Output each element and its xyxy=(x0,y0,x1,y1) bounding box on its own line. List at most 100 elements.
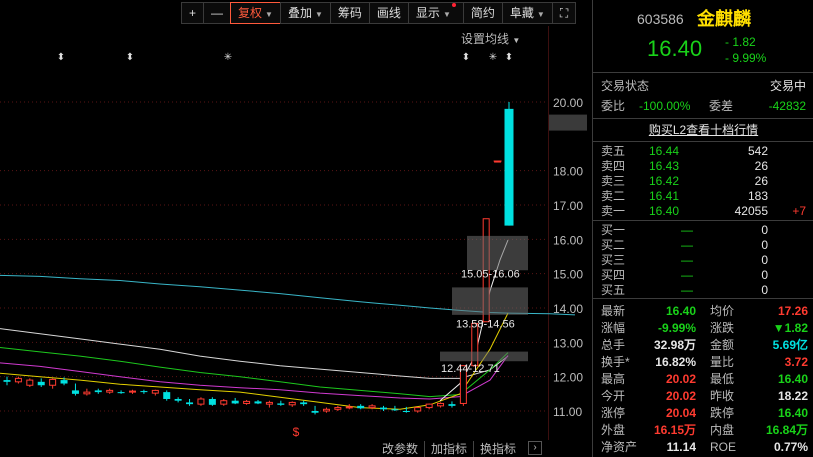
sell-volume: 42055 xyxy=(734,204,768,218)
l2-upgrade-link[interactable]: 购买L2查看十档行情 xyxy=(649,123,758,137)
stock-header: 603586 金麒麟 xyxy=(593,9,813,29)
stat-label: 净资产 xyxy=(601,440,638,454)
kline-chart[interactable]: 15.05-16.06 13.58-14.56 12.44-12.71 20.00 1… xyxy=(0,0,590,457)
buy-price: — xyxy=(681,283,693,297)
volume-profile-label: 13.58-14.56 xyxy=(456,318,515,330)
buy-level-label: 买二 xyxy=(601,238,626,252)
fuquan-button[interactable]: 复权 ▼ xyxy=(230,2,281,24)
stat-value: 5.69亿 xyxy=(772,338,808,352)
stat-label: 跌停 xyxy=(710,406,735,420)
candle-body xyxy=(26,379,34,386)
sell-level-label: 卖二 xyxy=(601,189,626,203)
zoom-out-button[interactable]: — xyxy=(203,2,232,24)
candle-body xyxy=(151,389,159,394)
stat-label: 金额 xyxy=(710,338,735,352)
caret-down-icon: ▼ xyxy=(512,36,521,45)
stat-value: 16.40 xyxy=(777,372,808,386)
buy-level-label: 买三 xyxy=(601,253,626,267)
xianshi-label: 显示 xyxy=(415,6,440,20)
sell-delta: +7 xyxy=(792,204,806,218)
price-change-pct: - 9.99% xyxy=(725,51,767,65)
divider xyxy=(593,72,813,73)
zoom-in-button[interactable]: + xyxy=(181,2,205,24)
current-price-tag xyxy=(549,114,587,131)
stat-value: 16.82% xyxy=(655,355,696,369)
buy-row: 买二 — 0 xyxy=(593,237,813,253)
weibi-value: -100.00% xyxy=(639,99,691,113)
diejia-button[interactable]: 叠加 ▼ xyxy=(279,2,331,24)
stock-code: 603586 xyxy=(637,11,684,27)
stat-value: 20.02 xyxy=(665,372,696,386)
candle-body xyxy=(3,380,11,382)
candle-body xyxy=(37,381,45,386)
sell-row: 卖五 16.44 542 xyxy=(593,143,813,159)
chouma-button[interactable]: 筹码 xyxy=(329,2,370,24)
kline-chart-area[interactable]: 15.05-16.06 13.58-14.56 12.44-12.71 20.00 1… xyxy=(0,0,590,457)
y-tick-label: 18.00 xyxy=(553,165,583,179)
stat-value: 20.02 xyxy=(665,389,696,403)
candle-body xyxy=(60,380,68,384)
stat-value: 16.15万 xyxy=(653,423,696,437)
candle-body xyxy=(129,390,136,393)
candle-body xyxy=(402,411,410,412)
current-price: 16.40 xyxy=(647,36,703,61)
candle-body xyxy=(83,391,91,395)
jianyue-button[interactable]: 简约 xyxy=(462,2,503,24)
candle-body xyxy=(311,411,319,413)
candle-body xyxy=(334,407,342,410)
status-value: 交易中 xyxy=(769,79,806,93)
stat-value: 3.72 xyxy=(784,355,808,369)
buy-volume: 0 xyxy=(761,268,768,282)
sell-volume: 183 xyxy=(747,189,768,203)
candle-body xyxy=(504,108,514,226)
event-marker: ✳ xyxy=(224,52,232,63)
tab-switch-indicator[interactable]: 换指标 xyxy=(474,441,522,457)
y-tick-label: 13.00 xyxy=(553,336,583,350)
candle-body xyxy=(368,405,376,409)
candle-body xyxy=(254,401,262,404)
xianshi-button[interactable]: 显示 ▼ xyxy=(407,2,464,24)
weibi-row: 委比 -100.00% 委差 -42832 xyxy=(593,98,813,114)
buy-volume: 0 xyxy=(761,238,768,252)
moving-average-line xyxy=(0,347,509,398)
stat-value: ▼1.82 xyxy=(772,321,808,335)
buy-level-label: 买四 xyxy=(601,268,626,282)
volume-profile-box xyxy=(440,351,528,362)
sell-level-label: 卖四 xyxy=(601,159,626,173)
weicha-value: -42832 xyxy=(768,99,806,113)
buy-price: — xyxy=(681,238,693,252)
status-label: 交易状态 xyxy=(601,79,650,93)
fuzang-button[interactable]: 阜藏 ▼ xyxy=(501,2,553,24)
chevron-right-icon[interactable]: › xyxy=(528,441,543,455)
candle-body xyxy=(357,405,365,409)
candle-body xyxy=(437,402,445,407)
tab-change-params[interactable]: 改参数 xyxy=(376,441,426,457)
sell-price: 16.44 xyxy=(649,144,680,158)
candle-body xyxy=(49,378,57,386)
candle-body xyxy=(288,401,296,406)
stat-label: 今开 xyxy=(601,389,626,403)
buy-price: — xyxy=(681,268,693,282)
buy-level-label: 买一 xyxy=(601,223,626,237)
caret-down-icon: ▼ xyxy=(314,10,323,19)
y-tick-label: 14.00 xyxy=(553,302,583,316)
event-marker: ⬍ xyxy=(462,52,470,63)
huaxian-button[interactable]: 画线 xyxy=(368,2,409,24)
y-tick-label: 16.00 xyxy=(553,233,583,247)
tab-add-indicator[interactable]: 加指标 xyxy=(425,441,475,457)
stat-label: 涨停 xyxy=(601,406,626,420)
event-marker: ⬍ xyxy=(57,52,65,63)
volume-profile-label: 15.05-16.06 xyxy=(461,269,520,281)
fullscreen-button[interactable]: ⛶ xyxy=(551,2,577,24)
candle-body xyxy=(380,407,387,410)
fuzang-label: 阜藏 xyxy=(509,6,534,20)
stat-label: 均价 xyxy=(710,304,735,318)
stock-name: 金麒麟 xyxy=(697,9,751,29)
sell-row: 卖三 16.42 26 xyxy=(593,173,813,189)
stat-row: 换手* 16.82% 量比 3.72 xyxy=(593,354,813,370)
stat-label: 内盘 xyxy=(710,423,735,437)
stat-value: -9.99% xyxy=(657,321,696,335)
price-change: - 1.82 xyxy=(725,35,756,49)
setting-ma-button[interactable]: 设置均线 ▼ xyxy=(461,30,520,47)
buy-price: — xyxy=(681,253,693,267)
